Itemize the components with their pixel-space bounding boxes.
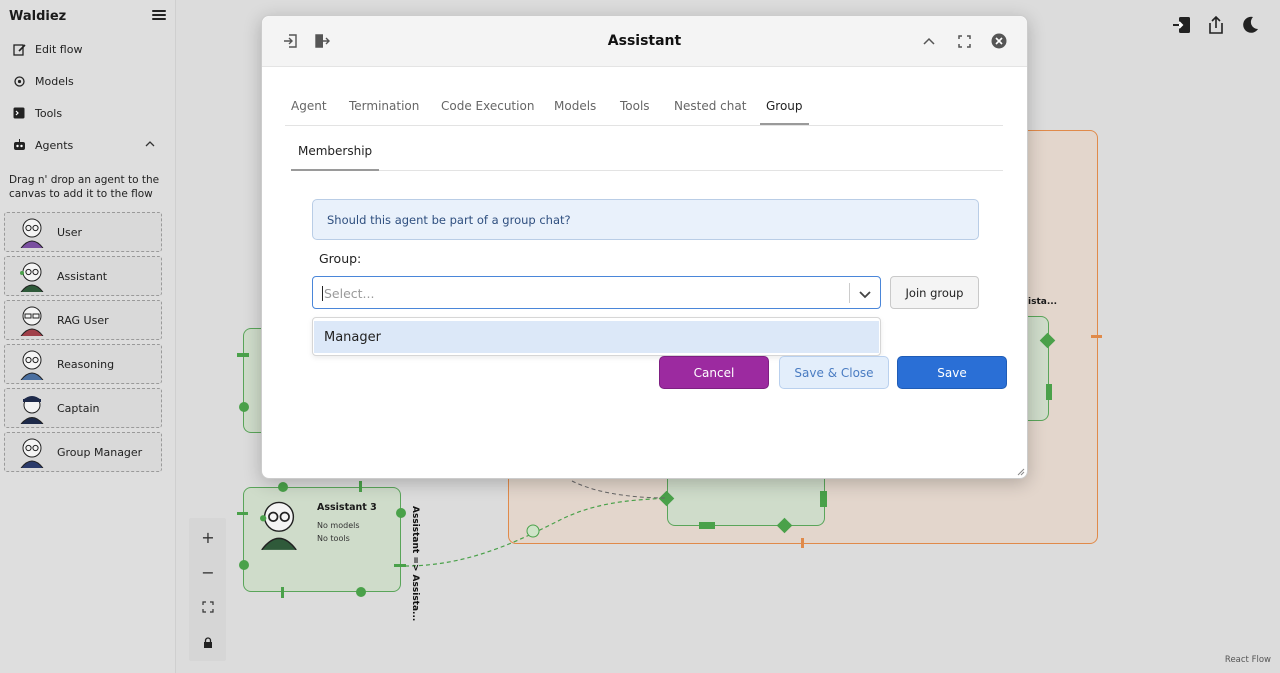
agent-tabs: Agent Termination Code Execution Models … xyxy=(285,94,1003,126)
tab-tools[interactable]: Tools xyxy=(614,94,656,125)
zoom-in-button[interactable]: + xyxy=(190,519,226,555)
fullscreen-icon xyxy=(957,34,971,48)
group-info-message: Should this agent be part of a group cha… xyxy=(312,199,979,240)
theme-toggle-button[interactable] xyxy=(1239,14,1261,36)
edge-label: Assistant => Assista... xyxy=(410,506,420,622)
chevron-down-icon[interactable] xyxy=(856,285,874,303)
minus-icon: − xyxy=(201,562,215,582)
edge-gear-icon[interactable] xyxy=(526,524,540,538)
tab-group[interactable]: Group xyxy=(760,94,809,125)
save-button[interactable]: Save xyxy=(897,356,1007,389)
lock-button[interactable] xyxy=(190,625,226,661)
fit-view-icon xyxy=(202,601,214,613)
zoom-out-button[interactable]: − xyxy=(190,554,226,590)
fullscreen-button[interactable] xyxy=(955,32,973,50)
tab-nested-chat[interactable]: Nested chat xyxy=(668,94,752,125)
save-close-button[interactable]: Save & Close xyxy=(779,356,889,389)
close-modal-button[interactable] xyxy=(990,32,1008,50)
select-separator xyxy=(849,283,850,303)
group-field-label: Group: xyxy=(319,251,362,266)
chevron-up-icon xyxy=(923,37,935,45)
tab-termination[interactable]: Termination xyxy=(343,94,425,125)
lock-icon xyxy=(204,637,212,648)
group-select-placeholder: Select... xyxy=(322,286,375,301)
cancel-button[interactable]: Cancel xyxy=(659,356,769,389)
join-group-button[interactable]: Join group xyxy=(890,276,979,309)
group-subtabs: Membership xyxy=(291,140,1003,171)
modal-title: Assistant xyxy=(607,33,682,49)
export-button[interactable] xyxy=(1205,14,1227,36)
agent-modal: Assistant Agent Termination Code Executi… xyxy=(261,15,1028,479)
import-icon xyxy=(1173,17,1190,33)
moon-icon xyxy=(1243,16,1258,33)
plus-icon: + xyxy=(201,527,215,547)
edge-line[interactable] xyxy=(571,480,668,499)
tab-code-execution[interactable]: Code Execution xyxy=(435,94,540,125)
minimize-button[interactable] xyxy=(920,32,938,50)
share-icon xyxy=(1209,15,1223,34)
group-select-menu: Manager xyxy=(312,317,881,356)
modal-header: Assistant xyxy=(262,16,1027,67)
import-button[interactable] xyxy=(1171,14,1193,36)
tab-agent[interactable]: Agent xyxy=(285,94,333,125)
group-select[interactable]: Select... xyxy=(312,276,881,309)
tab-models[interactable]: Models xyxy=(548,94,602,125)
close-icon xyxy=(991,33,1007,49)
react-flow-attribution[interactable]: React Flow xyxy=(1225,655,1271,665)
resize-handle-icon[interactable] xyxy=(1017,468,1025,476)
subtab-membership[interactable]: Membership xyxy=(291,140,380,171)
group-option-manager[interactable]: Manager xyxy=(314,321,879,353)
fit-view-button[interactable] xyxy=(190,589,226,625)
